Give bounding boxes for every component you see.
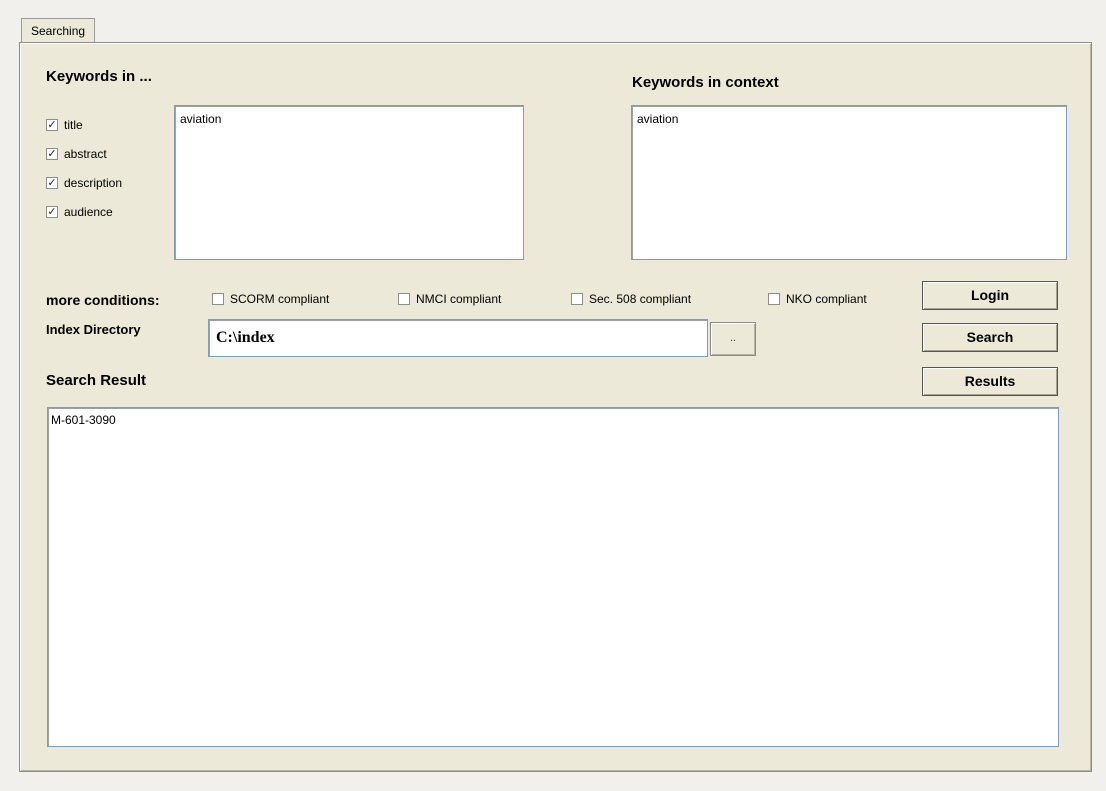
search-button[interactable]: Search [922,323,1058,352]
checkbox-scorm[interactable]: SCORM compliant [212,292,329,306]
search-result-list[interactable]: M-601-3090 [47,407,1059,747]
checkbox-title-box[interactable]: ✓ [46,119,58,131]
checkbox-abstract-box[interactable]: ✓ [46,148,58,160]
checkbox-sec508-box[interactable] [571,293,583,305]
keywords-in-context-textarea[interactable]: aviation [631,105,1067,260]
checkbox-audience-box[interactable]: ✓ [46,206,58,218]
keywords-in-heading: Keywords in ... [46,68,152,85]
keywords-textarea[interactable]: aviation [174,105,524,260]
checkbox-description-box[interactable]: ✓ [46,177,58,189]
checkbox-abstract[interactable]: ✓ abstract [46,147,107,161]
checkbox-nko-box[interactable] [768,293,780,305]
checkbox-nmci-label: NMCI compliant [416,292,502,306]
search-result-heading: Search Result [46,372,147,389]
checkbox-audience[interactable]: ✓ audience [46,205,113,219]
index-directory-label: Index Directory [46,322,141,337]
results-button[interactable]: Results [922,367,1058,396]
checkbox-abstract-label: abstract [64,147,107,161]
checkbox-title[interactable]: ✓ title [46,118,83,132]
browse-button[interactable]: .. [710,322,756,356]
checkbox-scorm-box[interactable] [212,293,224,305]
checkbox-nmci-box[interactable] [398,293,410,305]
checkbox-nko-label: NKO compliant [786,292,867,306]
checkbox-sec508[interactable]: Sec. 508 compliant [571,292,691,306]
more-conditions-label: more conditions: [46,292,160,308]
keywords-in-context-heading: Keywords in context [632,74,779,91]
checkbox-scorm-label: SCORM compliant [230,292,330,306]
checkbox-nmci[interactable]: NMCI compliant [398,292,501,306]
checkbox-audience-label: audience [64,205,113,219]
checkbox-description-label: description [64,176,123,190]
login-button[interactable]: Login [922,281,1058,310]
checkbox-sec508-label: Sec. 508 compliant [589,292,692,306]
checkbox-description[interactable]: ✓ description [46,176,122,190]
index-directory-input[interactable]: C:\index [208,319,708,357]
checkbox-title-label: title [64,118,83,132]
checkbox-nko[interactable]: NKO compliant [768,292,867,306]
list-item[interactable]: M-601-3090 [51,413,1055,427]
tab-searching[interactable]: Searching [21,18,96,42]
